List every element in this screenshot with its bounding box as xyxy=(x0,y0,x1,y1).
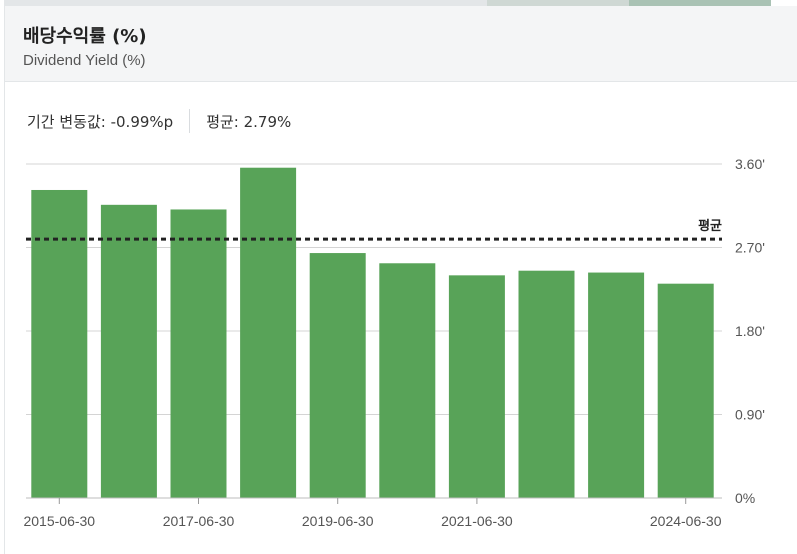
bar xyxy=(588,272,645,498)
bar xyxy=(379,263,436,498)
bar xyxy=(309,253,366,498)
bar xyxy=(448,275,505,498)
y-tick-label: 0% xyxy=(735,490,755,506)
bar xyxy=(240,167,297,498)
y-tick-label: 2.70' xyxy=(735,240,765,256)
x-tick-label: 2021-06-30 xyxy=(441,513,513,529)
y-tick-label: 3.60' xyxy=(735,156,765,172)
dividend-yield-bar-chart: 3.60' 2.70' 1.80' 0.90' 0% 2015-06-30 2017-06-… xyxy=(23,156,765,529)
x-tick-label: 2015-06-30 xyxy=(23,513,95,529)
x-tick-label: 2024-06-30 xyxy=(650,513,722,529)
bar xyxy=(657,283,714,498)
bar xyxy=(100,204,157,499)
bar xyxy=(31,189,88,498)
y-tick-label: 0.90' xyxy=(735,407,765,423)
average-line-label: 평균 xyxy=(698,218,722,234)
bar xyxy=(170,209,227,498)
y-tick-label: 1.80' xyxy=(735,323,765,339)
bar xyxy=(518,270,575,498)
x-tick-label: 2017-06-30 xyxy=(163,513,235,529)
x-tick-label: 2019-06-30 xyxy=(302,513,374,529)
